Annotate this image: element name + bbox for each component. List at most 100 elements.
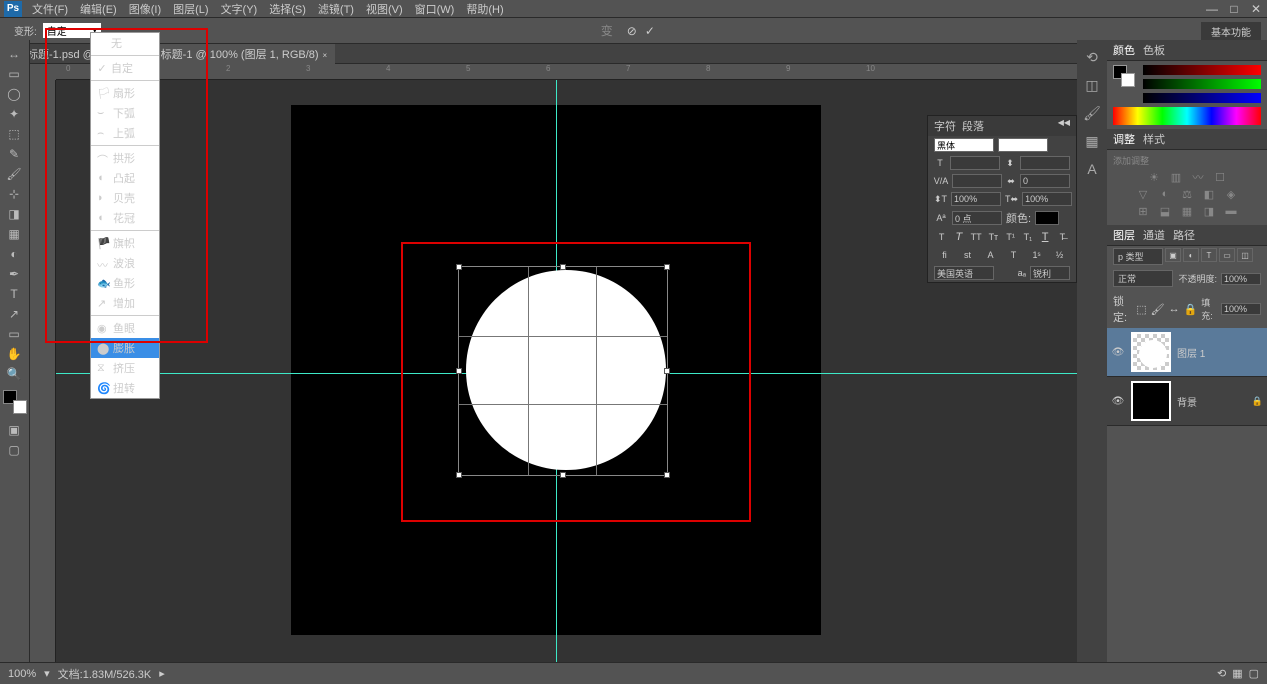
dd-custom[interactable]: ✓自定 bbox=[91, 58, 159, 78]
shape-tool[interactable]: ▭ bbox=[0, 324, 28, 344]
expose-icon[interactable]: ▦ bbox=[1232, 667, 1242, 680]
tab-adjustments[interactable]: 调整 bbox=[1113, 131, 1135, 147]
dd-squeeze[interactable]: ⧖挤压 bbox=[91, 358, 159, 378]
character-panel[interactable]: 字符 段落 ◀◀ T⬍ V/A⬌ ⬍TT⬌ Aª颜色: TTTTTᴛT¹T₁TT… bbox=[927, 115, 1077, 283]
dd-flag[interactable]: 🏴旗帜 bbox=[91, 233, 159, 253]
lock-pixels-icon[interactable]: 🖌 bbox=[1151, 303, 1165, 316]
dd-fisheye[interactable]: ◉鱼眼 bbox=[91, 318, 159, 338]
slider-g[interactable] bbox=[1143, 79, 1261, 89]
brightness-icon[interactable]: ☀ bbox=[1146, 170, 1162, 184]
lock-position-icon[interactable]: ↔ bbox=[1169, 303, 1180, 315]
language-input[interactable] bbox=[934, 266, 994, 280]
properties-icon[interactable]: ◫ bbox=[1083, 76, 1101, 94]
lock-transparent-icon[interactable]: ⬚ bbox=[1136, 303, 1146, 316]
ot-a-icon[interactable]: A bbox=[984, 248, 998, 262]
tab-layers[interactable]: 图层 bbox=[1113, 227, 1135, 243]
menu-select[interactable]: 选择(S) bbox=[263, 0, 312, 19]
vscale-input[interactable] bbox=[951, 192, 1001, 206]
lock-all-icon[interactable]: 🔒 bbox=[1184, 303, 1198, 316]
collapse-icon[interactable]: ◀◀ bbox=[1058, 118, 1070, 134]
zoom-level[interactable]: 100% bbox=[8, 668, 36, 680]
dd-shelllower[interactable]: ◗贝壳 bbox=[91, 188, 159, 208]
tab-channels[interactable]: 通道 bbox=[1143, 227, 1165, 243]
superscript-icon[interactable]: T¹ bbox=[1004, 230, 1018, 244]
marquee-tool[interactable]: ▭ bbox=[0, 64, 28, 84]
spectrum-bar[interactable] bbox=[1113, 107, 1261, 125]
dd-arclower[interactable]: ⌣下弧 bbox=[91, 103, 159, 123]
exposure-icon[interactable]: ☐ bbox=[1212, 170, 1228, 184]
dd-arch[interactable]: ⌒拱形 bbox=[91, 148, 159, 168]
slider-b[interactable] bbox=[1143, 93, 1261, 103]
subscript-icon[interactable]: T₁ bbox=[1021, 230, 1035, 244]
menu-layer[interactable]: 图层(L) bbox=[167, 0, 214, 19]
ot-1-icon[interactable]: 1ˢ bbox=[1030, 248, 1044, 262]
levels-icon[interactable]: ▥ bbox=[1168, 170, 1184, 184]
dd-arc[interactable]: 🏳扇形 bbox=[91, 83, 159, 103]
dd-rise[interactable]: ↗增加 bbox=[91, 293, 159, 313]
menu-image[interactable]: 图像(I) bbox=[123, 0, 167, 19]
close-icon[interactable]: × bbox=[323, 51, 328, 60]
curves-icon[interactable]: 〰 bbox=[1190, 170, 1206, 184]
threshold-icon[interactable]: ◨ bbox=[1201, 204, 1217, 218]
filter-type-icon[interactable]: T bbox=[1201, 248, 1217, 262]
baseline-input[interactable] bbox=[952, 211, 1002, 225]
commit-transform-icon[interactable]: ✓ bbox=[645, 24, 655, 38]
font-style-input[interactable] bbox=[998, 138, 1048, 152]
gradientmap-icon[interactable]: ▬ bbox=[1223, 204, 1239, 218]
lasso-tool[interactable]: ◯ bbox=[0, 84, 28, 104]
dodge-tool[interactable]: ◐ bbox=[0, 244, 28, 264]
hand-tool[interactable]: ✋ bbox=[0, 344, 28, 364]
filter-pixel-icon[interactable]: ▣ bbox=[1165, 248, 1181, 262]
ot-frac-icon[interactable]: ½ bbox=[1053, 248, 1067, 262]
brush-icon[interactable]: 🖌 bbox=[1083, 104, 1101, 122]
dd-shellupper[interactable]: ◖花冠 bbox=[91, 208, 159, 228]
menu-filter[interactable]: 滤镜(T) bbox=[312, 0, 360, 19]
bold-icon[interactable]: T bbox=[935, 230, 949, 244]
layer-filter-type[interactable]: p 类型 bbox=[1113, 248, 1163, 265]
menu-view[interactable]: 视图(V) bbox=[360, 0, 409, 19]
layer-bg[interactable]: 👁 背景 🔒 bbox=[1107, 377, 1267, 426]
menu-type[interactable]: 文字(Y) bbox=[215, 0, 264, 19]
channelmixer-icon[interactable]: ⊞ bbox=[1135, 204, 1151, 218]
cancel-transform-icon[interactable]: ⊘ bbox=[627, 24, 637, 38]
filter-smart-icon[interactable]: ◫ bbox=[1237, 248, 1253, 262]
tab-paths[interactable]: 路径 bbox=[1173, 227, 1195, 243]
invert-icon[interactable]: ⬓ bbox=[1157, 204, 1173, 218]
menu-file[interactable]: 文件(F) bbox=[26, 0, 74, 19]
wand-tool[interactable]: ✦ bbox=[0, 104, 28, 124]
layer-thumb[interactable] bbox=[1131, 381, 1171, 421]
ot-fi-icon[interactable]: fi bbox=[938, 248, 952, 262]
warp-toggle-icon[interactable]: 变 bbox=[601, 22, 613, 39]
menu-help[interactable]: 帮助(H) bbox=[460, 0, 509, 19]
stamp-tool[interactable]: ⊹ bbox=[0, 184, 28, 204]
dd-inflate[interactable]: ⬤膨胀 bbox=[91, 338, 159, 358]
layer-name[interactable]: 背景 bbox=[1177, 394, 1197, 409]
ot-st-icon[interactable]: st bbox=[961, 248, 975, 262]
tab-doc-2[interactable]: 未标题-1 @ 100% (图层 1, RGB/8)× bbox=[142, 44, 336, 64]
blend-mode-dropdown[interactable]: 正常 bbox=[1113, 270, 1173, 287]
gradient-tool[interactable]: ▦ bbox=[0, 224, 28, 244]
kerning-input[interactable] bbox=[952, 174, 1002, 188]
menu-edit[interactable]: 编辑(E) bbox=[74, 0, 123, 19]
eraser-tool[interactable]: ◨ bbox=[0, 204, 28, 224]
pen-tool[interactable]: ✒ bbox=[0, 264, 28, 284]
crop-tool[interactable]: ⬚ bbox=[0, 124, 28, 144]
opacity-input[interactable] bbox=[1221, 273, 1261, 285]
tab-styles[interactable]: 样式 bbox=[1143, 131, 1165, 147]
layer-1[interactable]: 👁 图层 1 bbox=[1107, 328, 1267, 377]
quickmask-tool[interactable]: ▣ bbox=[0, 420, 28, 440]
strike-icon[interactable]: T̶ bbox=[1055, 230, 1069, 244]
tracking-input[interactable] bbox=[1020, 174, 1070, 188]
font-size-input[interactable] bbox=[950, 156, 1000, 170]
screenmode-tool[interactable]: ▢ bbox=[0, 440, 28, 460]
layer-thumb[interactable] bbox=[1131, 332, 1171, 372]
sync-icon[interactable]: ⟲ bbox=[1217, 667, 1226, 680]
type-tool[interactable]: T bbox=[0, 284, 28, 304]
dd-bulge[interactable]: ◖凸起 bbox=[91, 168, 159, 188]
tab-color[interactable]: 颜色 bbox=[1113, 42, 1135, 58]
photo-filter-icon[interactable]: ◈ bbox=[1223, 187, 1239, 201]
eyedropper-tool[interactable]: ✎ bbox=[0, 144, 28, 164]
tab-character[interactable]: 字符 bbox=[934, 118, 956, 134]
tab-swatches[interactable]: 色板 bbox=[1143, 42, 1165, 58]
brush-tool[interactable]: 🖌 bbox=[0, 164, 28, 184]
